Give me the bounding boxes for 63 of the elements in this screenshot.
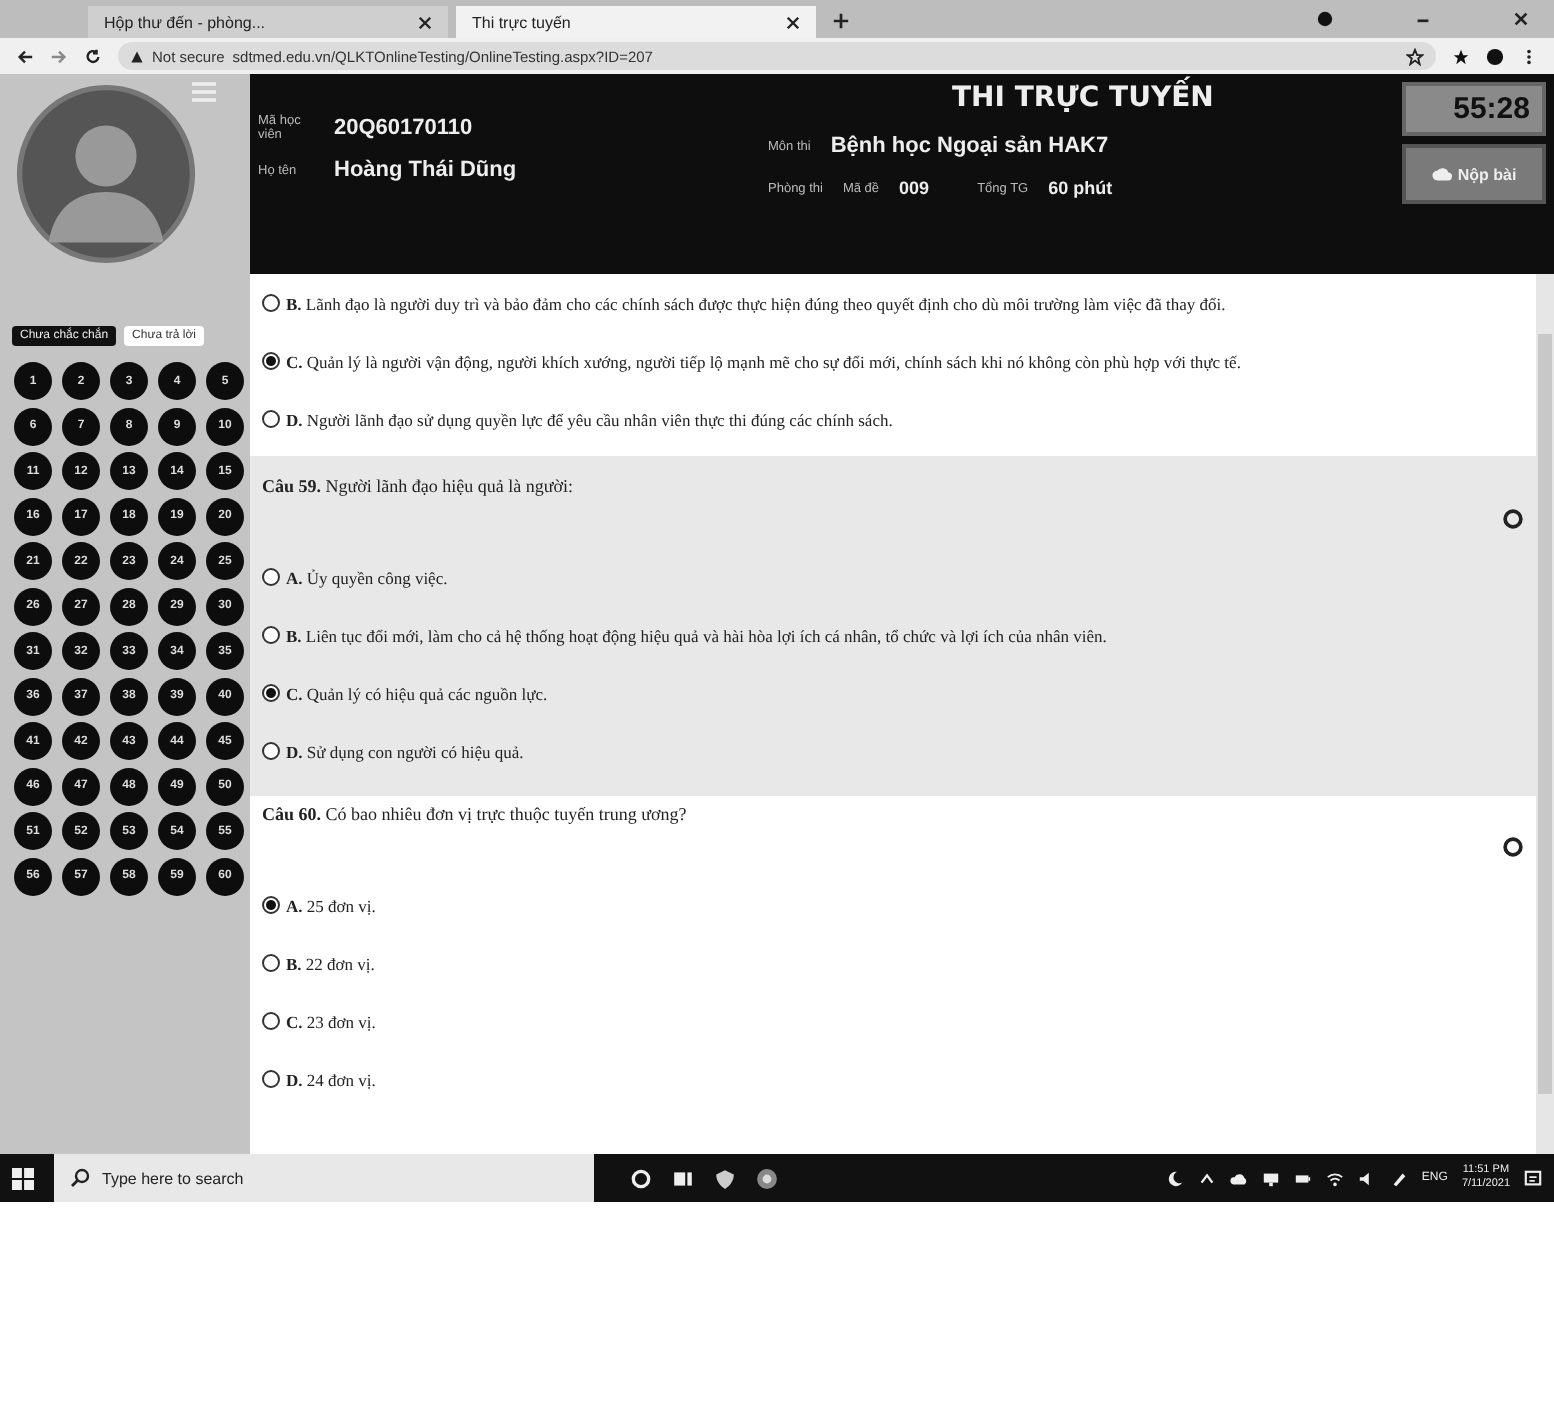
radio-button[interactable] [262, 352, 280, 370]
answer-option[interactable]: C. 23 đơn vị. [286, 1011, 376, 1031]
answer-option[interactable]: D. Sử dụng con người có hiệu quả. [286, 741, 524, 761]
warning-icon [130, 49, 144, 63]
close-icon[interactable] [418, 15, 432, 29]
avatar-icon[interactable] [1486, 47, 1504, 65]
browser-tab[interactable]: Thi trực tuyến [456, 6, 816, 38]
radio-button[interactable] [262, 410, 280, 428]
radio-button[interactable] [262, 896, 280, 914]
back-icon[interactable] [16, 47, 34, 65]
answer-option[interactable]: B. 22 đơn vị. [286, 953, 375, 973]
ring-icon[interactable] [1502, 836, 1524, 858]
radio-button[interactable] [262, 294, 280, 312]
radio-button[interactable] [262, 742, 280, 760]
question-text: Câu 60. Có bao nhiêu đơn vị trực thuộc tuyến trung ương? [262, 804, 687, 824]
radio-button[interactable] [262, 684, 280, 702]
notification-icon[interactable] [1524, 1169, 1542, 1187]
forward-icon[interactable] [50, 47, 68, 65]
answer-option[interactable]: D. 24 đơn vị. [286, 1069, 376, 1089]
upload-icon [1431, 166, 1452, 182]
battery-icon[interactable] [1293, 1169, 1312, 1187]
close-icon[interactable] [786, 15, 800, 29]
new-tab-icon[interactable] [832, 12, 850, 30]
answer-option[interactable]: C. Quản lý có hiệu quả các nguồn lực. [286, 683, 548, 703]
scrollbar[interactable] [1536, 274, 1554, 1154]
radio-button[interactable] [262, 1070, 280, 1088]
countdown-timer: 55:28 [1402, 82, 1546, 136]
answer-option[interactable]: D. Người lãnh đạo sử dụng quyền lực để yêu cầu nhân viên thực thi đúng các chính sách. [286, 409, 893, 429]
radio-button[interactable] [262, 568, 280, 586]
monitor-icon[interactable] [1261, 1169, 1280, 1187]
field-value: Hoàng Thái Dũng [334, 158, 517, 182]
submit-button[interactable]: Nộp bài [1402, 144, 1546, 204]
wifi-icon[interactable] [1325, 1169, 1344, 1187]
cloud-icon[interactable] [1229, 1169, 1248, 1187]
browser-icon[interactable] [756, 1167, 778, 1189]
pen-icon[interactable] [1389, 1169, 1408, 1187]
answer-option[interactable]: A. 25 đơn vị. [286, 895, 376, 915]
task-view-icon[interactable] [672, 1167, 694, 1189]
field-value: 009 [899, 178, 930, 198]
ring-icon[interactable] [1502, 508, 1524, 530]
windows-icon[interactable] [12, 1167, 34, 1189]
field-value: 60 phút [1048, 178, 1113, 198]
cortana-icon[interactable] [630, 1167, 652, 1189]
answer-option[interactable]: B. Lãnh đạo là người duy trì và bảo đảm cho các chính sách được thực hiện đúng theo quyết định cho dù môi trường làm việc đã thay đổi. [286, 293, 1226, 313]
answer-option[interactable]: A. Ủy quyền công việc. [286, 567, 448, 587]
field-value: Bệnh học Ngoại sản HAK7 [830, 134, 1109, 158]
moon-icon[interactable] [1165, 1169, 1184, 1187]
radio-button[interactable] [262, 626, 280, 644]
reload-icon[interactable] [84, 47, 102, 65]
answer-option[interactable]: C. Quản lý là người vận động, người khích xướng, người tiếp lộ mạnh mẽ cho sự đổi mới, chính sách khi nó không còn phù hợp với thực tế. [286, 351, 1241, 371]
radio-button[interactable] [262, 954, 280, 972]
search-icon [70, 1168, 90, 1188]
profile-icon[interactable] [1316, 10, 1334, 28]
shield-icon[interactable] [714, 1167, 736, 1189]
radio-button[interactable] [262, 1012, 280, 1030]
search-field[interactable]: Type here to search [54, 1154, 594, 1202]
field-value: 20Q60170110 [334, 116, 473, 140]
close-icon[interactable] [1512, 10, 1530, 28]
answer-option[interactable]: B. Liên tục đổi mới, làm cho cả hệ thống hoạt động hiệu quả và hài hòa lợi ích cá nhân, tổ chức và lợi ích của nhân viên. [286, 625, 1107, 645]
question-text: Câu 59. Người lãnh đạo hiệu quả là người: [262, 476, 574, 496]
browser-tab[interactable]: Hộp thư đến - phòng... [88, 6, 448, 38]
star-icon[interactable] [1406, 47, 1424, 65]
chevron-up-icon[interactable] [1197, 1169, 1216, 1187]
